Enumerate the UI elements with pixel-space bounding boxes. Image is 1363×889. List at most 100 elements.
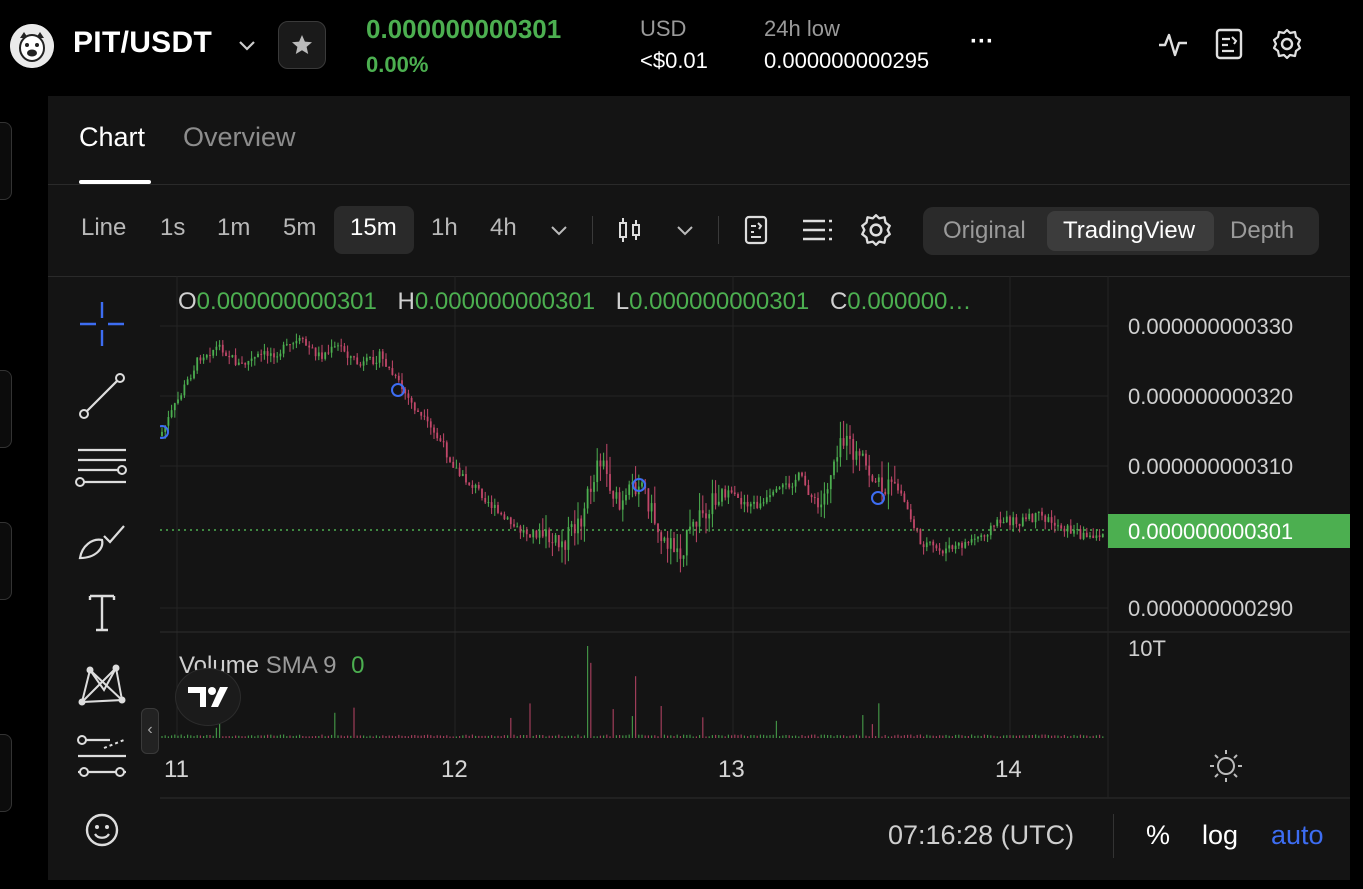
candle-body <box>836 457 839 462</box>
fib-lines-icon[interactable] <box>74 438 130 494</box>
pattern-icon[interactable] <box>74 656 130 712</box>
interval-1h[interactable]: 1h <box>431 214 458 242</box>
candle-body <box>468 482 471 485</box>
log-scale-toggle[interactable]: log <box>1202 820 1238 851</box>
price-tick: 0.000000000310 <box>1128 454 1294 479</box>
side-panel-edge <box>0 96 44 889</box>
candle-body <box>321 352 323 359</box>
tab-overview[interactable]: Overview <box>183 122 296 153</box>
crosshair-icon[interactable] <box>74 296 130 352</box>
candle-body <box>913 519 915 528</box>
volume-bar <box>539 734 541 738</box>
close-key: C <box>829 288 848 315</box>
view-tradingview[interactable]: TradingView <box>1063 217 1195 245</box>
candle-body <box>465 474 467 483</box>
activity-icon[interactable] <box>1156 27 1190 61</box>
volume-bar <box>452 736 454 738</box>
candle-body <box>775 488 778 492</box>
candle-body <box>685 529 688 556</box>
interval-1m[interactable]: 1m <box>217 214 250 242</box>
settings-gear-icon[interactable] <box>1270 27 1304 61</box>
view-switcher: Original TradingView Depth <box>923 207 1319 255</box>
volume-bar <box>939 735 941 738</box>
volume-bar <box>382 735 384 738</box>
volume-bar <box>347 735 349 738</box>
candle-body <box>724 489 727 498</box>
tradingview-logo[interactable] <box>175 668 241 726</box>
measure-icon[interactable] <box>74 728 130 784</box>
chart-type-chevron-icon[interactable] <box>674 222 696 238</box>
volume-bar <box>993 735 995 738</box>
candle-body <box>516 526 519 528</box>
candle-body <box>385 358 387 367</box>
volume-bar <box>257 735 259 738</box>
volume-bar <box>318 736 320 738</box>
trendline-icon[interactable] <box>74 368 130 424</box>
volume-bar <box>478 735 480 738</box>
favorite-button[interactable] <box>278 21 326 69</box>
volume-bar <box>596 736 598 738</box>
interval-line[interactable]: Line <box>81 214 126 242</box>
tab-chart[interactable]: Chart <box>79 122 145 153</box>
interval-15m[interactable]: 15m <box>350 214 397 242</box>
event-markers <box>160 383 885 505</box>
volume-bar <box>388 735 390 738</box>
volume-bar <box>817 736 819 738</box>
report-icon[interactable] <box>1212 27 1246 61</box>
volume-bar <box>788 735 790 738</box>
candle-body <box>922 544 925 548</box>
volume-bar <box>884 734 886 738</box>
candle-body <box>279 353 282 357</box>
price-chart[interactable] <box>160 276 1350 836</box>
brush-icon[interactable] <box>74 514 130 570</box>
interval-5m[interactable]: 5m <box>283 214 316 242</box>
candle-body <box>890 479 893 482</box>
candle-body <box>772 491 775 496</box>
emoji-icon[interactable] <box>74 802 130 858</box>
volume-bar <box>542 735 544 738</box>
candle-body <box>804 475 807 486</box>
candlestick-type-icon[interactable] <box>614 214 646 246</box>
volume-bar <box>692 736 694 738</box>
candle-body <box>948 545 951 549</box>
volume-bar <box>523 734 525 738</box>
volume-bar <box>500 736 502 738</box>
volume-bar <box>1015 735 1017 738</box>
interval-4h[interactable]: 4h <box>490 214 517 242</box>
indicators-icon[interactable] <box>740 214 772 246</box>
utc-time[interactable]: 07:16:28 (UTC) <box>888 820 1074 851</box>
ohlc-legend: O0.000000000301 H0.000000000301 L0.00000… <box>178 288 971 316</box>
volume-bar <box>654 735 656 738</box>
volume-bar <box>439 735 441 738</box>
candle-body <box>513 524 515 527</box>
candle-body <box>714 493 717 505</box>
volume-bar <box>807 735 809 738</box>
candle-body <box>253 357 256 359</box>
interval-1s[interactable]: 1s <box>160 214 185 242</box>
more-stats-button[interactable]: ··· <box>970 28 994 56</box>
volume-bar <box>279 734 281 738</box>
more-intervals-chevron-icon[interactable] <box>548 222 570 238</box>
volume-bar <box>750 735 752 738</box>
volume-bar <box>203 735 205 738</box>
text-icon[interactable] <box>74 584 130 640</box>
volume-bar <box>820 734 822 738</box>
volume-bar <box>756 735 758 738</box>
layout-list-icon[interactable] <box>800 214 834 246</box>
auto-scale-toggle[interactable]: auto <box>1271 820 1324 851</box>
pair-name[interactable]: PIT/USDT <box>73 26 212 60</box>
volume-bar <box>875 736 877 738</box>
candle-body <box>298 337 301 341</box>
candle-body <box>349 356 352 358</box>
chevron-down-icon[interactable] <box>236 34 258 56</box>
candle-body <box>305 338 307 346</box>
volume-bar <box>711 735 713 738</box>
view-depth[interactable]: Depth <box>1230 217 1294 245</box>
volume-bar <box>263 735 265 738</box>
view-original[interactable]: Original <box>943 217 1026 245</box>
chart-settings-icon[interactable] <box>858 212 894 248</box>
volume-bar <box>193 736 195 738</box>
collapse-toolbar-button[interactable]: ‹ <box>141 708 159 754</box>
percent-scale-toggle[interactable]: % <box>1146 820 1170 851</box>
volume-bar <box>849 735 851 738</box>
